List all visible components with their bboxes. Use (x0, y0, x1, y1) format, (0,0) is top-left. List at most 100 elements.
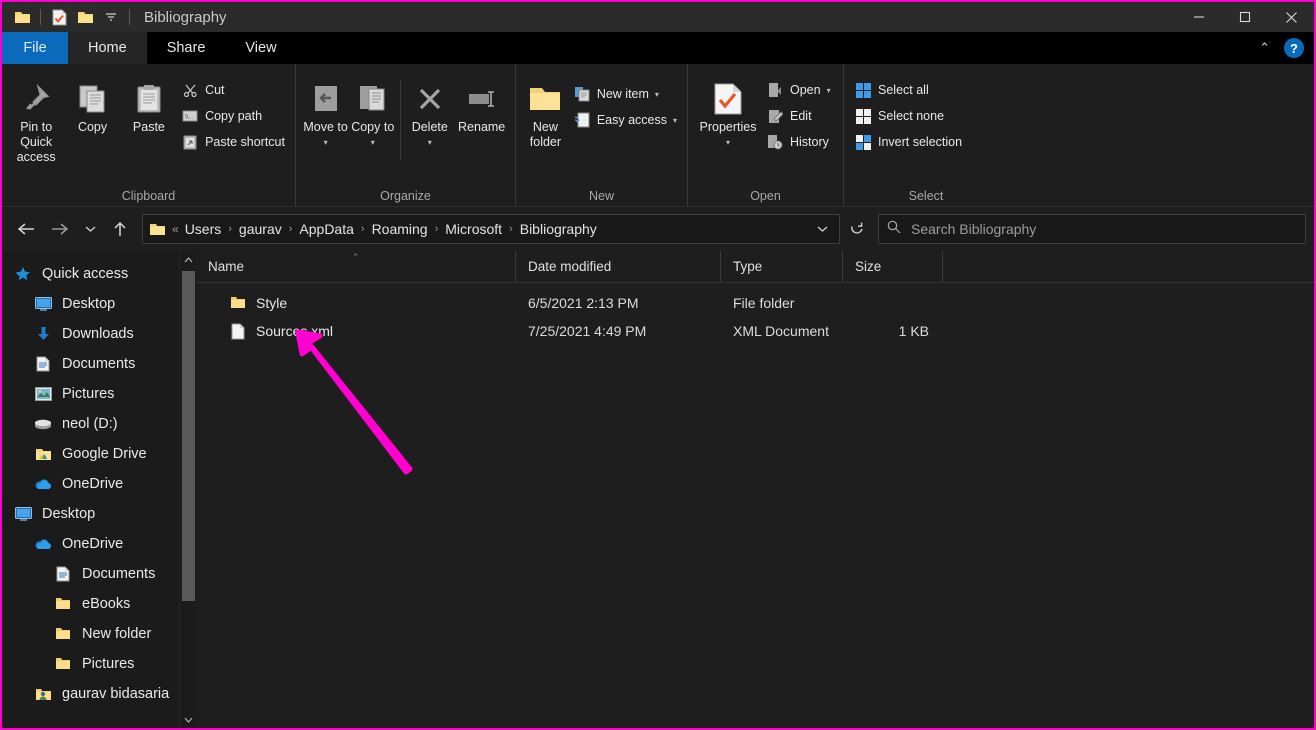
properties-caret-icon[interactable]: ▾ (726, 135, 730, 150)
customize-dropdown-icon[interactable] (99, 5, 123, 29)
copy-path-button[interactable]: \\... Copy path (177, 104, 289, 128)
sidebar-item-downloads[interactable]: Downloads (2, 319, 196, 349)
desktop-icon (12, 507, 34, 521)
move-to-button[interactable]: Move to ▾ (302, 72, 349, 150)
help-button[interactable]: ? (1284, 38, 1304, 58)
breadcrumb-item-users[interactable]: Users (185, 221, 222, 237)
collapse-ribbon-button[interactable]: ⌃ (1251, 40, 1278, 56)
breadcrumb[interactable]: « Users › gaurav › AppData › Roaming › M… (142, 214, 840, 244)
select-all-button[interactable]: Select all (850, 78, 966, 102)
breadcrumb-separator[interactable]: › (228, 223, 232, 235)
close-button[interactable] (1268, 2, 1314, 32)
column-header-name[interactable]: ⌃ Name (196, 251, 516, 282)
breadcrumb-item-microsoft[interactable]: Microsoft (445, 221, 502, 237)
breadcrumb-overflow[interactable]: « (172, 222, 179, 236)
sidebar-item-neol-d[interactable]: neol (D:) (2, 409, 196, 439)
maximize-button[interactable] (1222, 2, 1268, 32)
tab-view[interactable]: View (225, 32, 296, 64)
copy-button[interactable]: Copy (64, 72, 120, 135)
column-header-type[interactable]: Type (721, 251, 843, 282)
easy-access-caret-icon[interactable]: ▾ (673, 116, 677, 125)
edit-button[interactable]: Edit (762, 104, 835, 128)
google-drive-icon (32, 447, 54, 462)
sidebar-item-label: OneDrive (62, 536, 124, 552)
sidebar-item-pictures[interactable]: Pictures (2, 379, 196, 409)
column-header-date-modified[interactable]: Date modified (516, 251, 721, 282)
file-name-cell[interactable]: Style (196, 295, 516, 311)
folder-icon[interactable] (10, 5, 34, 29)
breadcrumb-item-appdata[interactable]: AppData (299, 221, 353, 237)
delete-button[interactable]: Delete ▾ (405, 72, 454, 150)
copy-to-button[interactable]: Copy to ▾ (349, 72, 396, 150)
invert-selection-button[interactable]: Invert selection (850, 130, 966, 154)
sidebar-item-google-drive[interactable]: Google Drive (2, 439, 196, 469)
back-button[interactable] (10, 214, 42, 244)
select-none-button[interactable]: Select none (850, 104, 966, 128)
scroll-up-button[interactable] (180, 251, 196, 269)
sidebar-item-desktop[interactable]: Desktop (2, 499, 196, 529)
chevron-down-icon[interactable] (809, 225, 835, 233)
sidebar-item-new-folder[interactable]: New folder (2, 619, 196, 649)
address-bar: « Users › gaurav › AppData › Roaming › M… (2, 207, 1314, 251)
pin-to-quick-access-button[interactable]: Pin to Quick access (8, 72, 64, 165)
sidebar-item-documents[interactable]: Documents (2, 349, 196, 379)
refresh-button[interactable] (842, 214, 872, 244)
scissors-icon (181, 81, 199, 99)
scrollbar-thumb[interactable] (182, 271, 195, 601)
breadcrumb-separator[interactable]: › (509, 223, 513, 235)
cut-button[interactable]: Cut (177, 78, 289, 102)
tab-file[interactable]: File (2, 32, 68, 64)
sidebar-item-documents[interactable]: Documents (2, 559, 196, 589)
file-name-cell[interactable]: Sources.xml (196, 323, 516, 340)
move-to-caret-icon[interactable]: ▾ (324, 135, 328, 150)
breadcrumb-item-bibliography[interactable]: Bibliography (520, 221, 597, 237)
properties-button[interactable]: Properties ▾ (694, 72, 762, 150)
sidebar-item-ebooks[interactable]: eBooks (2, 589, 196, 619)
new-item-button[interactable]: New item ▾ (569, 82, 681, 106)
history-button[interactable]: History (762, 130, 835, 154)
sidebar-item-pictures[interactable]: Pictures (2, 649, 196, 679)
breadcrumb-item-gaurav[interactable]: gaurav (239, 221, 282, 237)
tab-home[interactable]: Home (68, 32, 147, 64)
properties-icon[interactable] (47, 5, 71, 29)
sidebar-item-quick-access[interactable]: Quick access (2, 259, 196, 289)
copy-to-caret-icon[interactable]: ▾ (371, 135, 375, 150)
new-folder-button[interactable]: New folder (522, 72, 569, 150)
paste-button[interactable]: Paste (121, 72, 177, 135)
history-icon (766, 133, 784, 151)
column-header-size[interactable]: Size (843, 251, 943, 282)
open-button[interactable]: Open ▾ (762, 78, 835, 102)
recent-locations-button[interactable] (78, 214, 102, 244)
breadcrumb-separator[interactable]: › (361, 223, 365, 235)
delete-caret-icon[interactable]: ▾ (428, 135, 432, 150)
sidebar-item-onedrive[interactable]: OneDrive (2, 529, 196, 559)
easy-access-button[interactable]: Easy access ▾ (569, 108, 681, 132)
sidebar-item-desktop[interactable]: Desktop (2, 289, 196, 319)
pictures-icon (32, 387, 54, 401)
breadcrumb-separator[interactable]: › (289, 223, 293, 235)
search-box[interactable] (878, 214, 1306, 244)
breadcrumb-separator[interactable]: › (435, 223, 439, 235)
sidebar-item-onedrive[interactable]: OneDrive (2, 469, 196, 499)
open-caret-icon[interactable]: ▾ (827, 86, 831, 95)
rename-button[interactable]: Rename (454, 72, 509, 135)
search-input[interactable] (911, 221, 1297, 237)
table-row[interactable]: Style 6/5/2021 2:13 PM File folder (196, 289, 1314, 317)
tab-share[interactable]: Share (147, 32, 226, 64)
paste-shortcut-button[interactable]: Paste shortcut (177, 130, 289, 154)
breadcrumb-item-roaming[interactable]: Roaming (372, 221, 428, 237)
nav-pane-scrollbar[interactable] (179, 251, 196, 728)
sidebar-item-label: gaurav bidasaria (62, 686, 170, 702)
up-button[interactable] (104, 214, 136, 244)
paste-shortcut-label: Paste shortcut (205, 135, 285, 149)
column-header-date-label: Date modified (528, 259, 612, 274)
new-item-caret-icon[interactable]: ▾ (655, 90, 659, 99)
table-row[interactable]: Sources.xml 7/25/2021 4:49 PM XML Document… (196, 317, 1314, 345)
forward-button[interactable] (44, 214, 76, 244)
sidebar-item-gaurav-bidasaria[interactable]: gaurav bidasaria (2, 679, 196, 709)
ribbon-group-new: New folder New item ▾ Easy access ▾ New (515, 64, 687, 206)
new-folder-icon[interactable] (73, 5, 97, 29)
toolbar-divider (40, 9, 41, 25)
minimize-button[interactable] (1176, 2, 1222, 32)
scroll-down-button[interactable] (180, 711, 196, 728)
